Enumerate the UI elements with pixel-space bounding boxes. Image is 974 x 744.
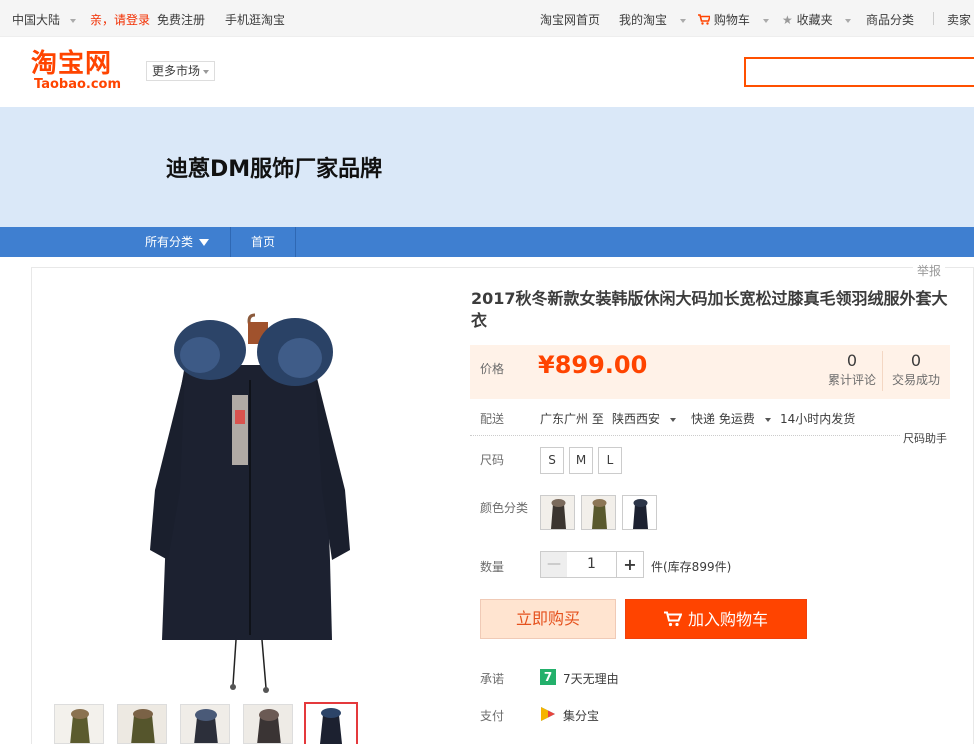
product-title: 2017秋冬新款女装韩版休闲大码加长宽松过膝真毛领羽绒服外套大衣 [471,289,948,330]
quantity-label: 数量 [480,560,505,574]
register-link[interactable]: 免费注册 [157,11,205,28]
more-market-label: 更多市场 [152,64,201,78]
main-product-image [150,313,350,693]
nav-all-label: 所有分类 [145,235,194,249]
jifenbao-icon [541,707,555,721]
favorites-label: 收藏夹 [796,13,833,27]
search-input[interactable] [744,57,974,87]
shipping-label: 配送 [480,412,505,426]
promise-label: 承诺 [480,672,505,686]
cart-menu[interactable]: 购物车 [698,11,769,28]
star-icon: ★ [782,13,793,27]
add-to-cart-button[interactable]: 加入购物车 [625,599,807,639]
report-link[interactable]: 举报 [913,262,946,279]
shop-name[interactable]: 迪蒽DM服饰厂家品牌 [166,151,382,183]
sales-count: 0 [910,351,922,370]
thumbnail-image[interactable] [243,704,293,744]
quantity-decrement-button[interactable]: — [540,551,568,578]
reviews-stat[interactable]: 0 累计评论 [822,351,882,389]
site-topbar: 中国大陆 亲，请登录 免费注册 手机逛淘宝 淘宝网首页 我的淘宝 购物车 ★ 收… [0,0,974,37]
login-link[interactable]: 亲，请登录 [90,11,150,28]
size-helper-link[interactable]: 尺码助手 [903,430,947,446]
topbar-divider [933,12,934,25]
more-market-dropdown[interactable]: 更多市场 [146,61,216,81]
logo-text-cn: 淘宝网 [31,49,113,79]
size-label: 尺码 [480,453,505,467]
mobile-taobao-link[interactable]: 手机逛淘宝 [225,11,285,28]
favorites-menu[interactable]: ★ 收藏夹 [782,11,852,28]
shop-nav: 所有分类 首页 [0,227,974,257]
my-taobao-menu[interactable]: 我的淘宝 [619,11,686,28]
chevron-down-icon [845,18,852,23]
shop-banner: 迪蒽DM服饰厂家品牌 [0,107,974,227]
reviews-label: 累计评论 [827,373,876,387]
size-option-s[interactable]: S [540,447,564,474]
nav-all-categories[interactable]: 所有分类 [130,227,231,257]
sales-stat: 0 交易成功 [888,351,944,389]
categories-link[interactable]: 商品分类 [866,11,914,28]
chevron-down-icon [762,18,769,23]
add-to-cart-label: 加入购物车 [687,610,768,629]
color-label: 颜色分类 [480,501,529,515]
sales-label: 交易成功 [891,373,940,387]
chevron-down-icon [203,69,210,74]
region-selector[interactable]: 中国大陆 [12,11,76,28]
size-option-l[interactable]: L [598,447,622,474]
quantity-input[interactable]: 1 [567,551,616,578]
my-taobao-label: 我的淘宝 [619,13,668,27]
size-option-m[interactable]: M [569,447,593,474]
cart-icon [663,611,683,627]
color-option-image[interactable] [581,495,616,530]
seven-day-return-icon: 7 [540,669,556,685]
thumbnail-image-selected[interactable] [304,702,358,744]
ship-destination-dropdown[interactable]: 陕西西安 [612,410,676,427]
ship-method-dropdown[interactable]: 快递 免运费 [691,410,771,427]
chevron-down-icon [669,417,676,422]
taobao-home-link[interactable]: 淘宝网首页 [540,11,600,28]
color-option-image[interactable] [540,495,575,530]
chevron-down-icon [69,18,76,23]
thumbnail-image[interactable] [180,704,230,744]
chevron-down-icon [679,18,686,23]
ship-from: 广东广州 至 [540,412,604,426]
price-box: 价格 ¥899.00 0 累计评论 0 交易成功 [470,345,950,399]
chevron-down-icon [764,417,771,422]
buy-now-button[interactable]: 立即购买 [480,599,616,639]
payment-text: 集分宝 [563,709,600,723]
region-label: 中国大陆 [12,13,61,27]
product-price: ¥899.00 [538,351,648,379]
reviews-count: 0 [846,351,858,370]
cart-label: 购物车 [713,13,750,27]
thumbnail-image[interactable] [117,704,167,744]
thumbnail-image[interactable] [54,704,104,744]
stock-info: 件(库存899件) [651,560,732,574]
promise-text[interactable]: 7天无理由 [563,670,619,687]
caret-down-icon [199,239,210,246]
ship-time: 14小时内发货 [780,412,856,426]
price-label: 价格 [480,362,505,376]
nav-home[interactable]: 首页 [231,227,296,257]
quantity-increment-button[interactable]: + [616,551,644,578]
color-option-image[interactable] [622,495,657,530]
taobao-logo[interactable]: 淘宝网 Taobao.com [31,50,127,94]
stat-divider [882,351,883,391]
payment-label: 支付 [480,709,505,723]
divider [470,435,900,436]
ship-destination-label: 陕西西安 [612,412,661,426]
ship-method-label: 快递 免运费 [691,412,755,426]
logo-text-en: Taobao.com [34,77,122,92]
seller-center-link[interactable]: 卖家 [947,11,971,28]
cart-icon [698,14,712,25]
